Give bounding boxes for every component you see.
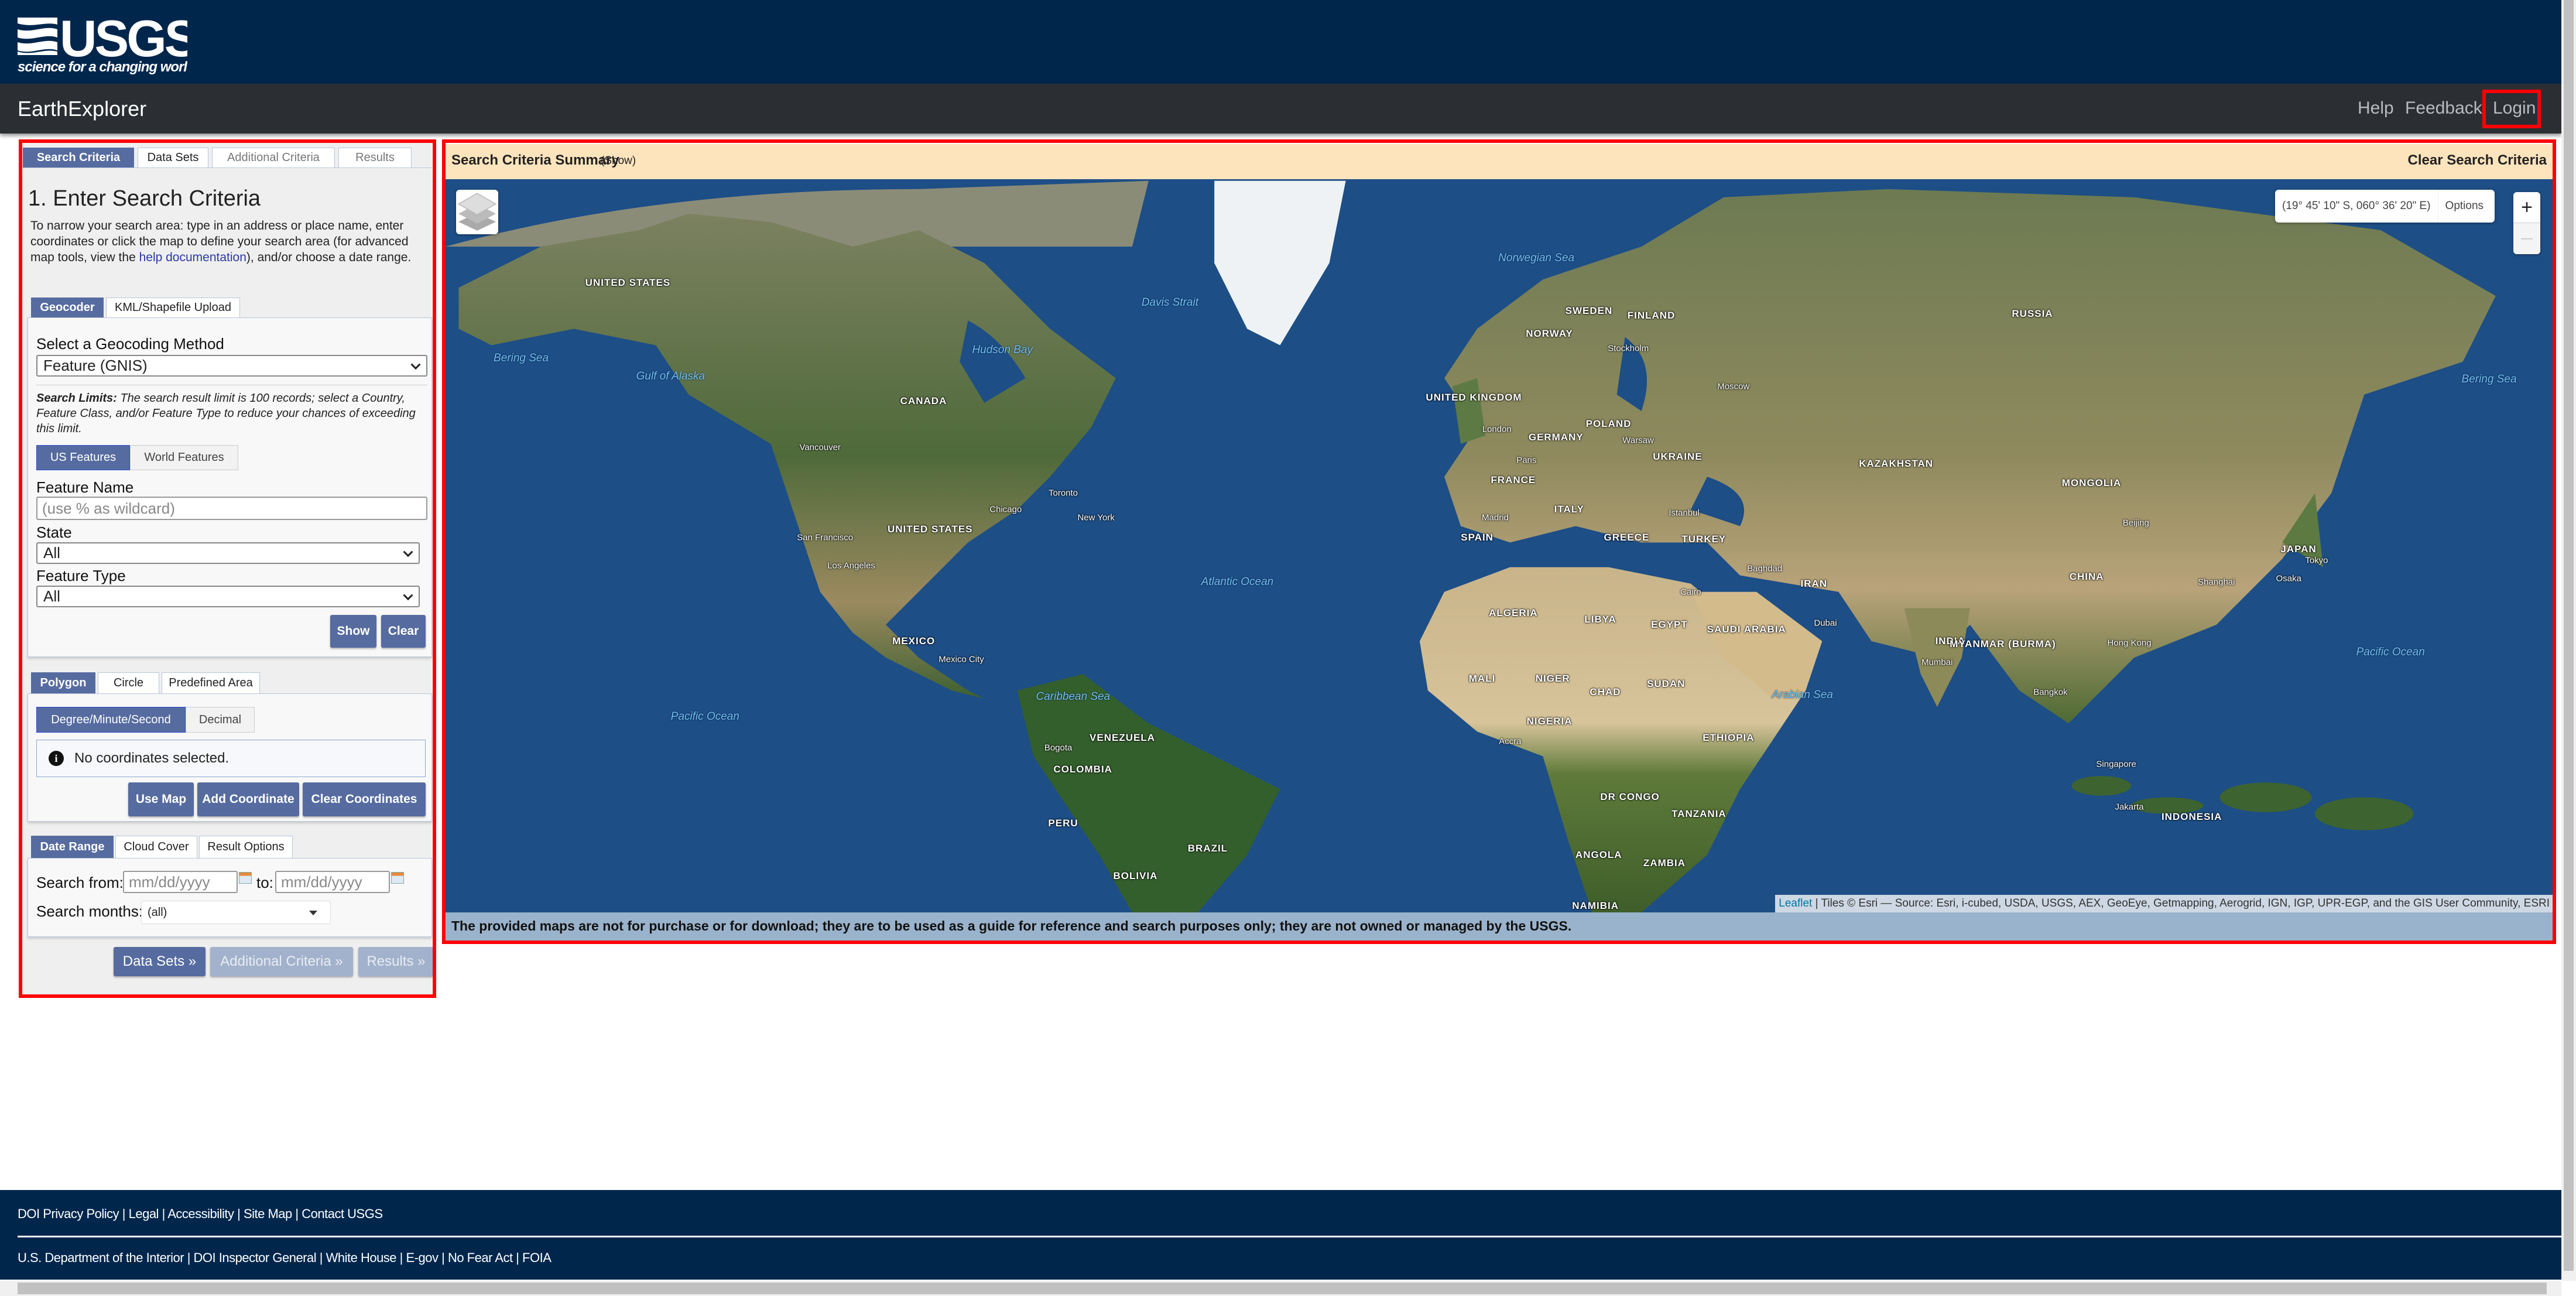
footer: DOI Privacy Policy | Legal | Accessibili… [0, 1190, 2561, 1280]
horizontal-scrollbar[interactable] [0, 1281, 2561, 1296]
scrollbar-thumb[interactable] [2564, 0, 2574, 1271]
footer-link[interactable]: FOIA [522, 1250, 551, 1265]
footer-link[interactable]: DOI Inspector General [194, 1250, 317, 1265]
footer-links-secondary: U.S. Department of the Interior | DOI In… [18, 1250, 551, 1266]
separator: | [292, 1206, 302, 1221]
separator: | [438, 1250, 448, 1265]
separator: | [512, 1250, 523, 1265]
svg-text:science for a changing world: science for a changing world [18, 59, 187, 75]
footer-link[interactable]: DOI Privacy Policy [18, 1206, 119, 1221]
footer-link[interactable]: White House [326, 1250, 397, 1265]
footer-divider [18, 1236, 2561, 1237]
separator: | [158, 1206, 168, 1221]
app-title[interactable]: EarthExplorer [18, 97, 146, 121]
separator: | [316, 1250, 326, 1265]
usgs-logo[interactable]: USGS science for a changing world [18, 9, 200, 75]
footer-link[interactable]: E-gov [406, 1250, 439, 1265]
scrollbar-thumb[interactable] [18, 1283, 2547, 1294]
help-link[interactable]: Help [2358, 98, 2394, 118]
footer-links-primary: DOI Privacy Policy | Legal | Accessibili… [18, 1206, 383, 1222]
separator: | [119, 1206, 129, 1221]
separator: | [396, 1250, 406, 1265]
footer-link[interactable]: Site Map [244, 1206, 292, 1221]
footer-link[interactable]: No Fear Act [448, 1250, 513, 1265]
usgs-header: USGS science for a changing world [0, 0, 2561, 84]
footer-link[interactable]: Legal [129, 1206, 159, 1221]
feedback-link[interactable]: Feedback [2405, 98, 2482, 118]
search-panel-highlight [19, 139, 436, 998]
separator: | [234, 1206, 244, 1221]
footer-link[interactable]: U.S. Department of the Interior [18, 1250, 184, 1265]
footer-link[interactable]: Accessibility [167, 1206, 234, 1221]
app-bar [0, 84, 2561, 134]
separator: | [184, 1250, 194, 1265]
footer-link[interactable]: Contact USGS [302, 1206, 383, 1221]
map-panel-highlight [442, 139, 2556, 944]
login-highlight [2482, 90, 2541, 128]
vertical-scrollbar[interactable] [2561, 0, 2576, 1281]
